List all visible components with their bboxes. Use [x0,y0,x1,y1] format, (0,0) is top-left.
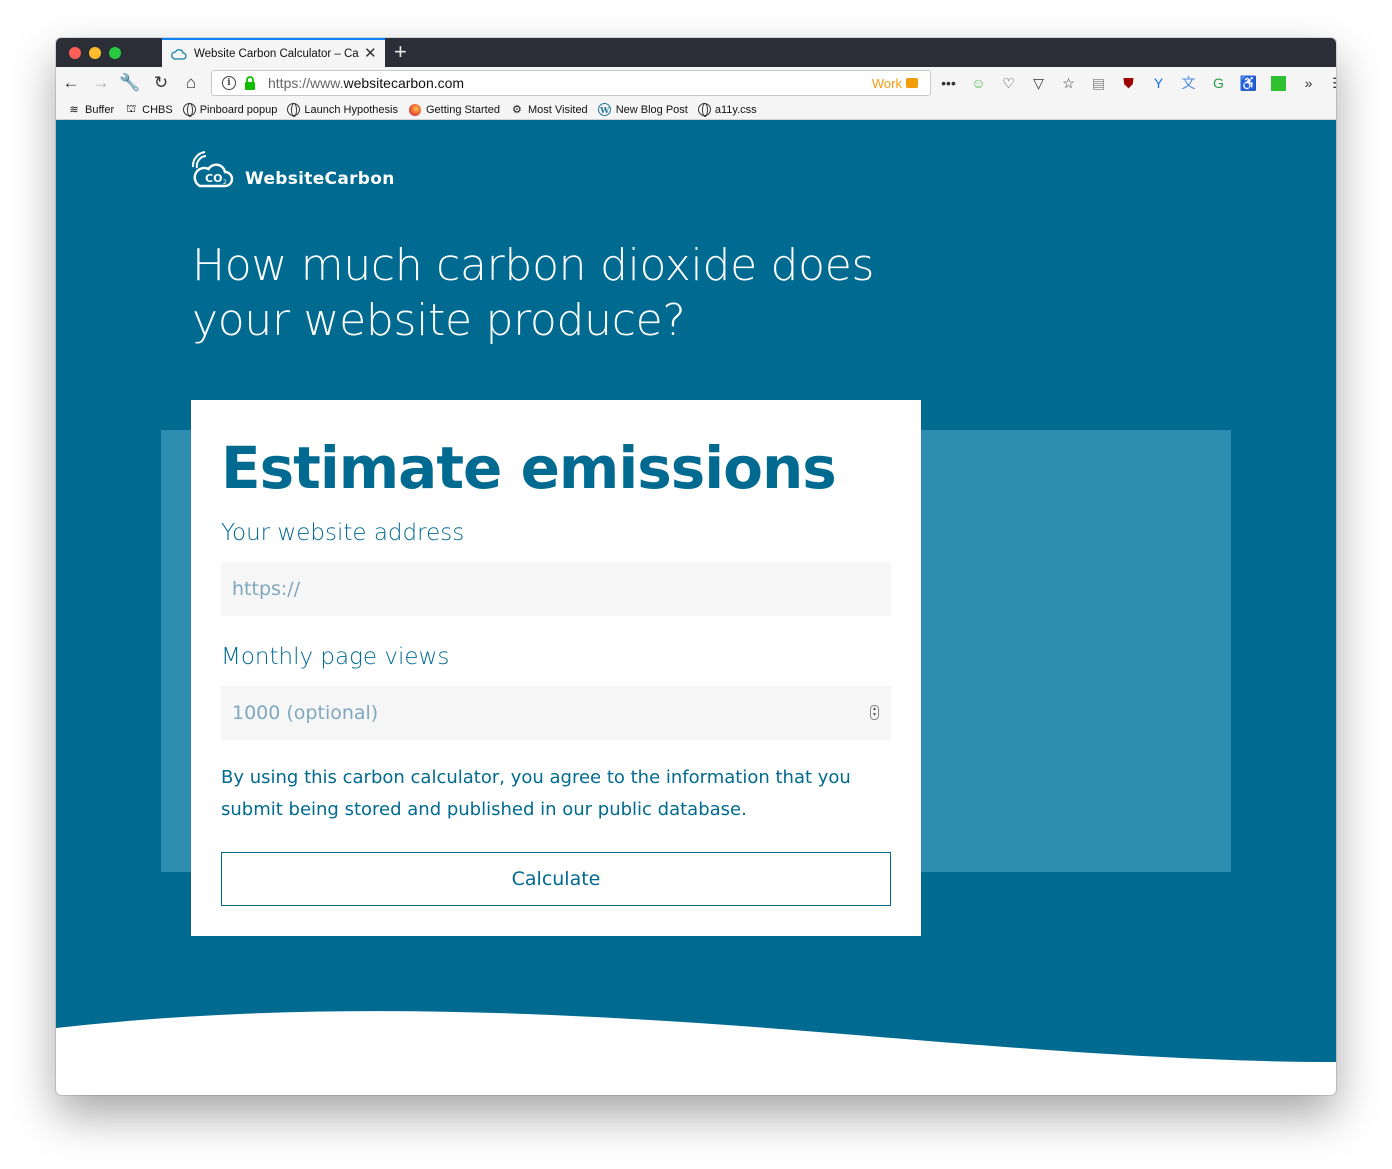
bookmark-label: Pinboard popup [199,103,278,116]
cloud-co2-icon: CO 2 [191,151,234,188]
page-actions-icon[interactable]: ••• [938,73,959,93]
container-badge[interactable]: Work [872,76,918,91]
page-content: CO 2 WebsiteCarbon How much carbon dioxi… [56,120,1336,1095]
info-icon[interactable]: i [222,76,236,90]
site-logo[interactable]: CO 2 WebsiteCarbon [191,150,395,190]
bookmark-label: Buffer [85,103,115,116]
bookmark-star-icon[interactable]: ☆ [1058,73,1079,93]
green-square-icon[interactable] [1268,73,1289,93]
bookmark-label: Most Visited [527,103,588,116]
address-placeholder: https:// [232,578,301,600]
bookmark-label: Getting Started [425,103,500,116]
views-placeholder: 1000 (optional) [232,702,379,724]
reader-icon[interactable]: ▤ [1088,73,1109,93]
bookmark-a11y-css[interactable]: a11y.css [697,103,757,117]
close-window-button[interactable] [69,47,81,59]
wrench-icon[interactable]: 🔧 [119,72,141,94]
bookmark-label: CHBS [142,103,173,116]
nav-toolbar: ← → 🔧 ↻ ⌂ i https://www.websitecarbon.co… [56,67,1336,100]
website-address-label: Your website address [221,520,465,546]
zoom-window-button[interactable] [109,47,121,59]
minimize-window-button[interactable] [89,47,101,59]
briefcase-icon [906,78,918,88]
headline-line-2: your website produce? [192,295,686,346]
number-stepper-icon[interactable]: ▴ ▾ [870,705,879,720]
y-extension-icon[interactable]: Y [1148,73,1169,93]
globe-icon [287,103,301,117]
globe-icon [697,103,711,117]
bookmark-launch-hypothesis[interactable]: Launch Hypothesis [287,103,398,117]
accessibility-icon[interactable]: ♿ [1238,73,1259,93]
back-button[interactable]: ← [60,72,82,94]
bookmarks-bar: ≋ Buffer ⛫ CHBS Pinboard popup Launch Hypo… [56,100,1336,120]
reload-button[interactable]: ↻ [150,72,172,94]
forward-button[interactable]: → [90,72,112,94]
notice-line-1: By using this carbon calculator, you agr… [221,767,851,788]
bookmark-label: New Blog Post [615,103,688,116]
ublock-icon[interactable]: ⛊ [1118,73,1139,93]
smiley-extension-icon[interactable]: ☺ [968,73,989,93]
calculate-button[interactable]: Calculate [221,852,891,906]
browser-window: Website Carbon Calculator – Ca ✕ + ← → 🔧… [56,38,1336,1095]
bookmark-label: Launch Hypothesis [304,103,398,116]
bookmark-getting-started[interactable]: Getting Started [408,103,500,117]
tab-website-carbon[interactable]: Website Carbon Calculator – Ca ✕ [162,38,385,67]
gear-icon: ⚙ [512,104,522,116]
translate-icon[interactable]: 文 [1178,73,1199,93]
brand-name: WebsiteCarbon [245,169,395,189]
bookmark-most-visited[interactable]: ⚙ Most Visited [510,103,588,117]
new-tab-button[interactable]: + [394,40,407,64]
stack-icon: ≋ [69,104,79,116]
url-text: https://www.websitecarbon.com [268,75,464,91]
wordpress-icon: W [598,103,612,117]
grammar-extension-icon[interactable]: G [1208,73,1229,93]
toolbar-icons: ••• ☺ ♡ ▽ ☆ ▤ ⛊ Y 文 G ♿ » ☰ [938,72,1336,94]
bookmark-buffer[interactable]: ≋ Buffer [67,103,114,117]
bookmark-pinboard-popup[interactable]: Pinboard popup [182,103,278,117]
pocket-icon[interactable]: ▽ [1028,73,1049,93]
svg-text:2: 2 [223,179,227,186]
close-tab-icon[interactable]: ✕ [364,46,377,61]
website-address-input[interactable]: https:// [221,562,891,616]
tab-title: Website Carbon Calculator – Ca [194,47,359,60]
estimate-form-card: Estimate emissions Your website address … [191,400,921,936]
bookmark-new-blog-post[interactable]: W New Blog Post [598,103,688,117]
cloud-co2-icon [171,48,187,60]
tab-strip: Website Carbon Calculator – Ca ✕ + [56,38,1336,67]
url-domain: websitecarbon.com [343,75,465,91]
bookmark-label: a11y.css [714,103,757,116]
overflow-chevron-icon[interactable]: » [1298,73,1319,93]
form-heading: Estimate emissions [221,434,837,502]
bag-icon: ⛫ [126,102,137,115]
headline-line-1: How much carbon dioxide does [192,240,875,291]
lock-icon [245,76,255,90]
bookmark-chbs[interactable]: ⛫ CHBS [124,103,173,117]
bulb-icon[interactable]: ♡ [998,73,1019,93]
page-views-label: Monthly page views [221,644,450,670]
page-views-input[interactable]: 1000 (optional) ▴ ▾ [221,686,891,740]
url-bar[interactable]: i https://www.websitecarbon.com Work [211,70,931,96]
svg-text:CO: CO [205,172,222,185]
page-headline: How much carbon dioxide does your websit… [192,238,892,348]
bottom-wave [56,1011,1336,1095]
notice-line-2: submit being stored and published in our… [221,799,747,820]
menu-icon[interactable]: ☰ [1328,73,1336,93]
consent-notice: By using this carbon calculator, you agr… [221,762,881,826]
container-label: Work [871,75,902,91]
url-prefix: https://www. [268,75,344,91]
firefox-icon [408,103,422,117]
home-button[interactable]: ⌂ [180,72,202,94]
globe-icon [182,103,196,117]
